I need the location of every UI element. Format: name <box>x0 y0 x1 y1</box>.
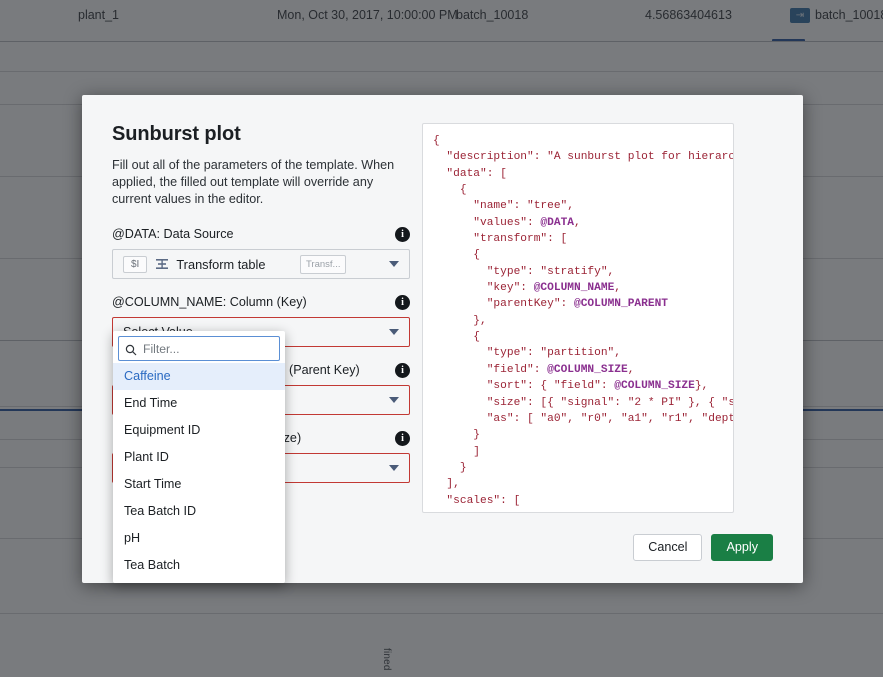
cancel-button[interactable]: Cancel <box>633 534 703 561</box>
chevron-down-icon[interactable] <box>389 397 399 403</box>
code-line: "scales": [ <box>433 494 521 507</box>
code-line: "data": [ <box>433 167 507 180</box>
dropdown-option[interactable]: Caffeine <box>113 363 285 390</box>
code-line: "key": @COLUMN_NAME, <box>433 282 622 295</box>
code-line: "as": [ "a0", "r0", "a1", "r1", "dept <box>433 412 734 425</box>
code-line: "size": [{ "signal": "2 * PI" }, { "s <box>433 396 734 409</box>
code-line: "transform": [ <box>433 233 568 246</box>
code-line: }, <box>433 314 487 327</box>
code-line: { <box>433 135 440 147</box>
info-icon[interactable]: i <box>395 294 410 310</box>
code-line: { <box>433 331 480 344</box>
field-label-data: @DATA: Data Source <box>112 227 234 241</box>
code-line: "type": "stratify", <box>433 265 615 278</box>
code-line: } <box>433 461 467 474</box>
info-icon[interactable]: i <box>395 362 410 378</box>
transform-table-icon <box>155 257 169 271</box>
code-line: "field": @COLUMN_SIZE, <box>433 363 635 376</box>
data-source-select[interactable]: $I Transform table Transf... <box>112 249 410 279</box>
json-code-panel[interactable]: { "description": "A sunburst plot for hi… <box>422 123 734 513</box>
code-line: "sort": { "field": @COLUMN_SIZE}, <box>433 380 709 393</box>
dropdown-option[interactable]: Start Time <box>113 471 285 498</box>
dropdown-filter-wrapper[interactable] <box>118 336 280 361</box>
dropdown-option[interactable]: Equipment ID <box>113 417 285 444</box>
column-name-dropdown[interactable]: CaffeineEnd TimeEquipment IDPlant IDStar… <box>113 331 285 583</box>
dropdown-option[interactable]: Tea Batch ID <box>113 498 285 525</box>
dialog-description: Fill out all of the parameters of the te… <box>112 158 395 206</box>
info-icon[interactable]: i <box>395 226 410 242</box>
code-line: "parentKey": @COLUMN_PARENT <box>433 298 668 311</box>
field-label-row-column-name: @COLUMN_NAME: Column (Key) i <box>112 293 410 311</box>
dialog-footer: Cancel Apply <box>633 534 773 561</box>
dropdown-option[interactable]: End Time <box>113 390 285 417</box>
chevron-down-icon[interactable] <box>389 329 399 335</box>
data-source-tag: Transf... <box>299 254 347 274</box>
search-icon <box>125 343 137 355</box>
code-line: "values": @DATA, <box>433 216 581 229</box>
info-icon[interactable]: i <box>395 430 410 446</box>
chevron-down-icon[interactable] <box>389 465 399 471</box>
json-code-content: { "description": "A sunburst plot for hi… <box>423 124 733 509</box>
code-line: } <box>433 429 480 442</box>
data-source-value: Transform table <box>176 256 266 272</box>
dropdown-option-list: Caffeine End Time Equipment ID Plant ID Star… <box>113 363 285 579</box>
code-line: "type": "partition", <box>433 347 621 360</box>
code-line: { <box>433 184 467 197</box>
code-line: ], <box>433 478 460 491</box>
template-preview: { "description": "A sunburst plot for hi… <box>410 123 773 583</box>
code-line: { <box>433 249 480 262</box>
dropdown-option[interactable]: Plant ID <box>113 444 285 471</box>
code-line: "description": "A sunburst plot for hier… <box>433 151 734 164</box>
code-line: "name": "tree", <box>433 200 574 213</box>
dropdown-option[interactable]: pH <box>113 525 285 552</box>
datasource-badge: $I <box>123 255 148 273</box>
dropdown-option[interactable]: Tea Batch <box>113 552 285 579</box>
field-label-row-data: @DATA: Data Source i <box>112 225 410 243</box>
dialog-title: Sunburst plot <box>112 123 241 145</box>
apply-button[interactable]: Apply <box>711 534 773 561</box>
code-line: ] <box>433 445 480 458</box>
dropdown-filter-input[interactable] <box>143 341 273 356</box>
chevron-down-icon[interactable] <box>388 261 399 267</box>
field-label-column-name: @COLUMN_NAME: Column (Key) <box>112 295 307 309</box>
